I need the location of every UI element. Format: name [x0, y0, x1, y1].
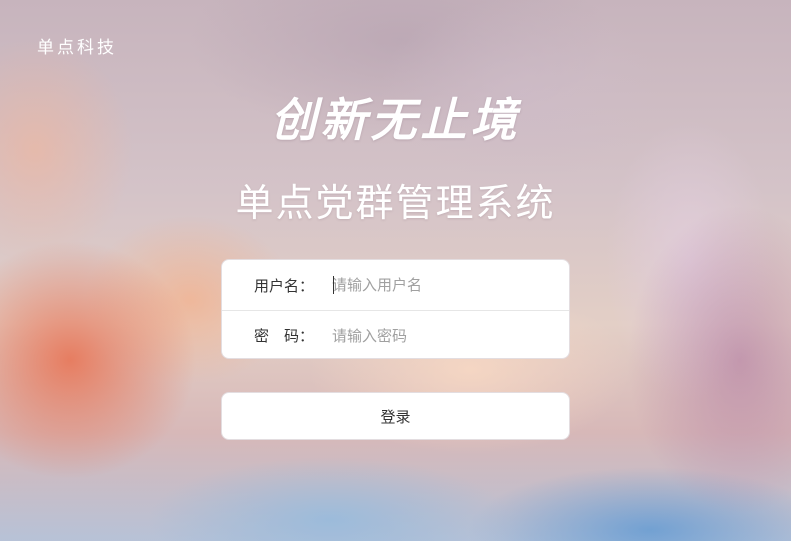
password-label: 密 码：: [254, 327, 315, 345]
brand-logo-text: 单点科技: [37, 38, 117, 58]
username-label: 用户名：: [254, 276, 315, 295]
password-input[interactable]: [332, 320, 557, 351]
username-input[interactable]: [332, 270, 557, 300]
text-caret: [333, 276, 334, 294]
login-page: 单点科技 创新无止境 单点党群管理系统 用户名： 密 码： 登录: [0, 0, 791, 541]
system-title: 单点党群管理系统: [235, 181, 556, 225]
username-row: 用户名：: [222, 260, 569, 310]
slogan-calligraphy: 创新无止境: [270, 93, 521, 147]
password-row: 密 码：: [222, 310, 569, 358]
login-button[interactable]: 登录: [221, 392, 570, 440]
login-form-card: 用户名： 密 码：: [221, 259, 570, 359]
